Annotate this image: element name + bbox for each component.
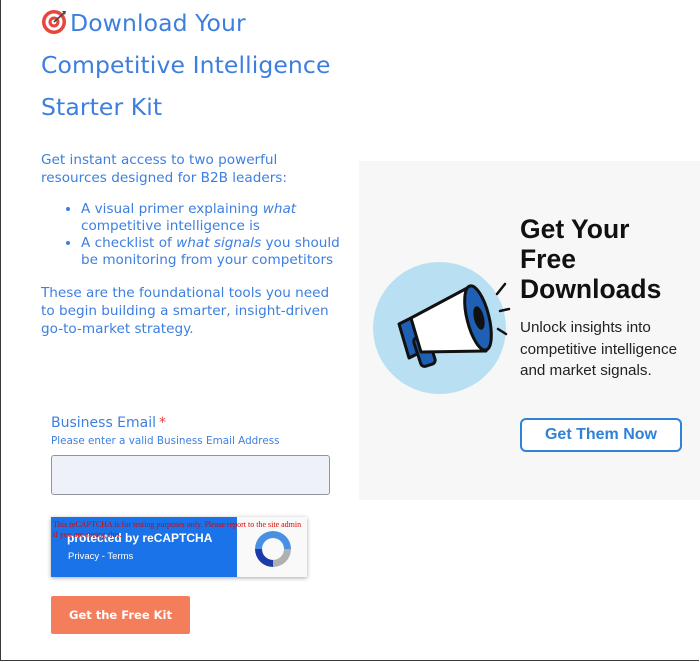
recaptcha-test-warning: This reCAPTCHA is for testing purposes o… (53, 520, 302, 539)
title-line-2: Competitive Intelligence (41, 51, 331, 79)
title-line-3: Starter Kit (41, 93, 163, 121)
business-email-input[interactable] (51, 455, 330, 495)
required-marker: * (159, 415, 167, 431)
email-hint: Please enter a valid Business Email Addr… (51, 435, 280, 447)
target-icon (42, 10, 66, 34)
title-line-1: Download Your (70, 9, 246, 37)
resource-list: A visual primer explaining what competit… (41, 201, 341, 269)
recaptcha-privacy-terms-links[interactable]: Privacy - Terms (68, 551, 133, 562)
list-item: A checklist of what signals you should b… (81, 235, 341, 269)
get-free-kit-button[interactable]: Get the Free Kit (51, 596, 190, 634)
closing-text: These are the foundational tools you nee… (41, 285, 330, 337)
email-label: Business Email * (51, 415, 167, 431)
get-them-now-button[interactable]: Get Them Now (520, 418, 682, 452)
download-form: Business Email * Please enter a valid Bus… (51, 413, 331, 495)
megaphone-icon (397, 282, 511, 368)
page-title: Download Your Competitive Intelligence S… (41, 0, 341, 128)
promo-banner[interactable]: Get Your Free Downloads Unlock insights … (359, 161, 700, 500)
content-column: Download Your Competitive Intelligence S… (41, 0, 341, 338)
recaptcha-widget[interactable]: protected by reCAPTCHA Privacy - Terms T… (51, 517, 307, 577)
list-item: A visual primer explaining what competit… (81, 201, 341, 235)
promo-subtext: Unlock insights into competitive intelli… (520, 319, 678, 379)
promo-headline: Get Your Free Downloads (520, 214, 662, 304)
intro-text: Get instant access to two powerful resou… (41, 152, 287, 186)
